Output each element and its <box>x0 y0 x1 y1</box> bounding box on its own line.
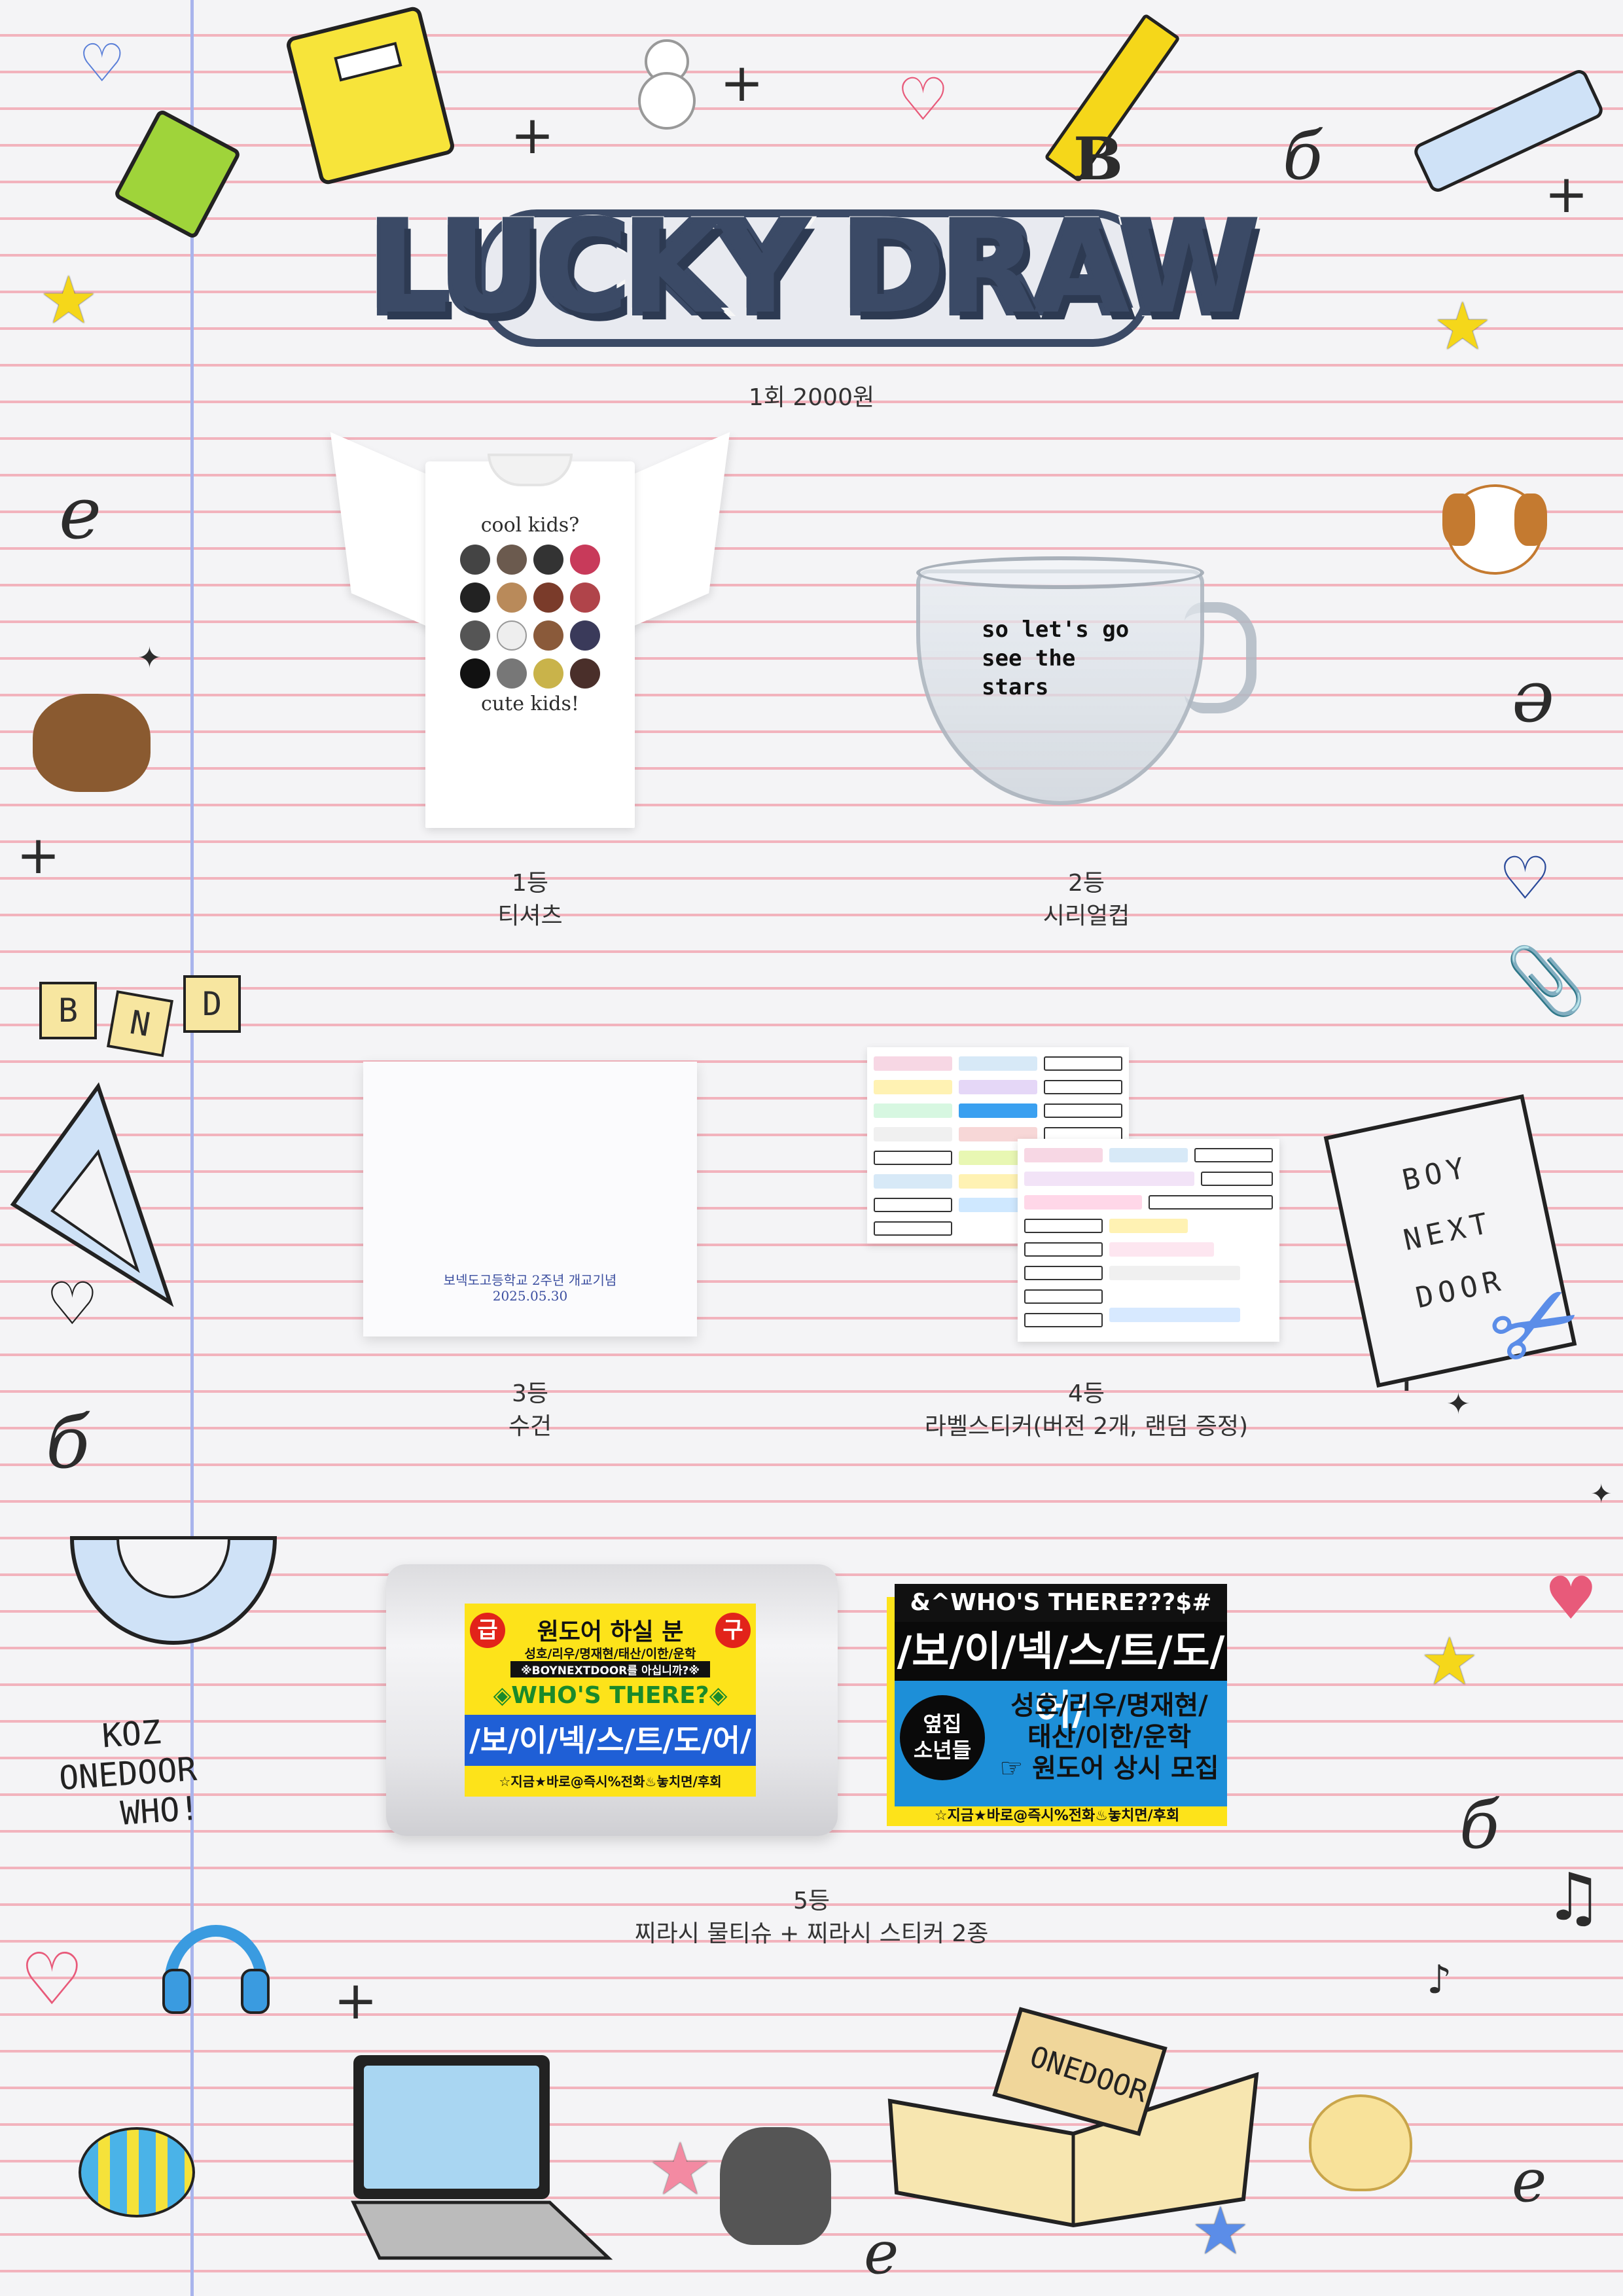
sticker-members-line-1: 성호/리우/명재현/ <box>1010 1691 1208 1721</box>
prize-5-caption: 5등 찌라시 물티슈 + 찌라시 스티커 2종 <box>550 1885 1073 1950</box>
wet-tissue-label: 급 구 원도어 하실 분 성호/리우/명재현/태산/이한/운학 ※BOYNEXT… <box>465 1604 756 1797</box>
music-note-icon: ♫ <box>1544 1859 1603 1935</box>
bnd-sticky-notes: B N D <box>39 969 241 1057</box>
bnd-letter-b: B <box>39 982 97 1039</box>
yellow-star-icon: ★ <box>39 262 98 338</box>
flyer-sticker-image: &^WHO'S THERE???$# /보/이/넥/스/트/도/어/ 옆집 소년… <box>887 1584 1227 1826</box>
triangle-ruler-icon <box>10 1082 174 1307</box>
prize-2-rank: 2등 <box>1067 870 1105 897</box>
cup-print-text: so let's go see the stars <box>982 615 1129 702</box>
scribble-icon-3: ə <box>1512 655 1555 738</box>
label-sticker-sheet-2 <box>1018 1139 1279 1342</box>
yellow-star-lower-icon: ★ <box>1420 1623 1479 1700</box>
yellow-star-right-icon: ★ <box>1433 288 1492 365</box>
plus-icon-3: + <box>1544 164 1589 224</box>
tshirt-bottom-text: cute kids! <box>481 692 579 715</box>
cup-text-line-1: so let's go <box>982 617 1130 643</box>
puppy-icon <box>1442 484 1547 575</box>
towel-line-2: 2025.05.30 <box>492 1288 568 1304</box>
fish-icon <box>79 2127 195 2217</box>
tissue-who: ◈WHO'S THERE?◈ <box>493 1682 728 1709</box>
prize-1-caption: 1등 티셔츠 <box>399 867 661 933</box>
note-word-next: NEXT <box>1400 1206 1496 1258</box>
blue-heart-right-icon: ♡ <box>1499 844 1552 913</box>
sticker-top-text: &^WHO'S THERE???$# <box>895 1584 1227 1622</box>
tissue-question: ※BOYNEXTDOOR를 아십니까?※ <box>510 1661 710 1677</box>
sticker-recruit: ☞ 원도어 상시 모집 <box>999 1753 1219 1784</box>
plus-icon-6: + <box>334 1970 378 2031</box>
sticker-circle-line-1: 옆집 <box>923 1712 962 1736</box>
open-book-icon: ONEDOOR <box>887 2007 1259 2228</box>
towel-line-1: 보넥도고등학교 2주년 개교기념 <box>443 1272 617 1288</box>
note-word-boy: BOY <box>1399 1151 1473 1198</box>
scribble-icon-7: e <box>1512 2147 1547 2215</box>
prize-4-caption: 4등 라벨스티커(버전 2개, 랜덤 증정) <box>857 1378 1315 1443</box>
prize-5-rank: 5등 <box>793 1888 830 1914</box>
sticker-footer: ☆지금★바로@즉시%전화♨놓치면/후회 <box>887 1806 1227 1826</box>
sticker-members-line-2: 태산/이한/운학 <box>1027 1722 1192 1752</box>
cup-text-line-3: stars <box>982 674 1049 700</box>
prize-3-caption: 3등 수건 <box>399 1378 661 1443</box>
tshirt-image: cool kids? cute kids! <box>327 432 733 841</box>
prize-4-rank: 4등 <box>1067 1380 1105 1407</box>
page-title: LUCKY DRAW <box>365 192 1262 346</box>
sparkle-icon-3: ✦ <box>1590 1479 1613 1509</box>
scribble-icon: e <box>59 471 102 555</box>
plus-icon-4: + <box>16 825 61 886</box>
blue-heart-icon: ♡ <box>79 33 126 94</box>
prize-5-name: 찌라시 물티슈 + 찌라시 스티커 2종 <box>634 1920 989 1947</box>
plus-icon: + <box>510 105 555 166</box>
sticker-circle: 옆집 소년들 <box>900 1695 985 1780</box>
protractor-icon <box>69 1536 277 1645</box>
sparkle-icon: ✦ <box>137 641 162 675</box>
pink-star-icon: ★ <box>648 2127 713 2211</box>
prize-3-name: 수건 <box>508 1413 552 1440</box>
pink-heart-right-icon: ♥ <box>1544 1564 1597 1633</box>
paper-clip-icon: 📎 <box>1505 942 1587 1019</box>
prize-1-name: 티셔츠 <box>497 903 563 929</box>
headphones-icon <box>162 1925 270 2014</box>
gray-cat-icon <box>720 2127 831 2245</box>
pink-heart-icon: ♡ <box>897 65 950 134</box>
prize-4-name: 라벨스티커(버전 2개, 랜덤 증정) <box>924 1413 1249 1440</box>
scribble-icon-2: б <box>1283 118 1323 194</box>
scribble-icon-5: б <box>1459 1787 1500 1863</box>
tshirt-print: cool kids? cute kids! <box>452 514 609 736</box>
letter-b-doodle: B <box>1073 124 1124 194</box>
tissue-headline: 원도어 하실 분 <box>537 1619 684 1645</box>
laptop-icon <box>351 2055 613 2260</box>
bnd-letter-n: N <box>107 990 173 1057</box>
price-per-draw: 1회 2000원 <box>748 384 875 411</box>
tissue-members: 성호/리우/명재현/태산/이한/운학 <box>524 1647 696 1661</box>
small-note-icon: ♪ <box>1427 1957 1452 2003</box>
prize-2-caption: 2등 시리얼컵 <box>955 867 1217 933</box>
prize-3-rank: 3등 <box>511 1380 549 1407</box>
scribble-icon-4: б <box>46 1401 90 1484</box>
koz-doodle-text: KOZ ONEDOOR WHO! <box>55 1710 201 1837</box>
pink-heart-bottom-icon: ♡ <box>20 1937 84 2021</box>
sticker-circle-line-2: 소년들 <box>913 1738 972 1763</box>
yellow-notebook-icon <box>285 5 456 187</box>
prize-1-rank: 1등 <box>511 870 549 897</box>
sticker-members: 성호/리우/명재현/ 태산/이한/운학 ☞ 원도어 상시 모집 <box>991 1690 1227 1784</box>
towel-image: 보넥도고등학교 2주년 개교기념 2025.05.30 <box>363 1062 697 1336</box>
cup-text-line-2: see the <box>982 645 1076 672</box>
cereal-cup-image: so let's go see the stars <box>903 550 1270 812</box>
yellow-cat-icon <box>1309 2094 1412 2191</box>
plus-icon-2: + <box>720 52 764 113</box>
prize-2-name: 시리얼컵 <box>1043 903 1130 929</box>
tissue-footer: ☆지금★바로@즉시%전화♨놓치면/후회 <box>499 1774 722 1789</box>
bnd-letter-d: D <box>183 975 241 1033</box>
sticker-group: /보/이/넥/스/트/도/어/ <box>895 1622 1227 1734</box>
snowman-body-icon <box>638 72 696 130</box>
otter-icon <box>33 694 151 792</box>
sparkle-icon-2: ✦ <box>1446 1388 1471 1421</box>
tissue-group: /보/이/넥/스/트/도/어/ <box>465 1715 756 1766</box>
tshirt-top-text: cool kids? <box>480 514 580 537</box>
